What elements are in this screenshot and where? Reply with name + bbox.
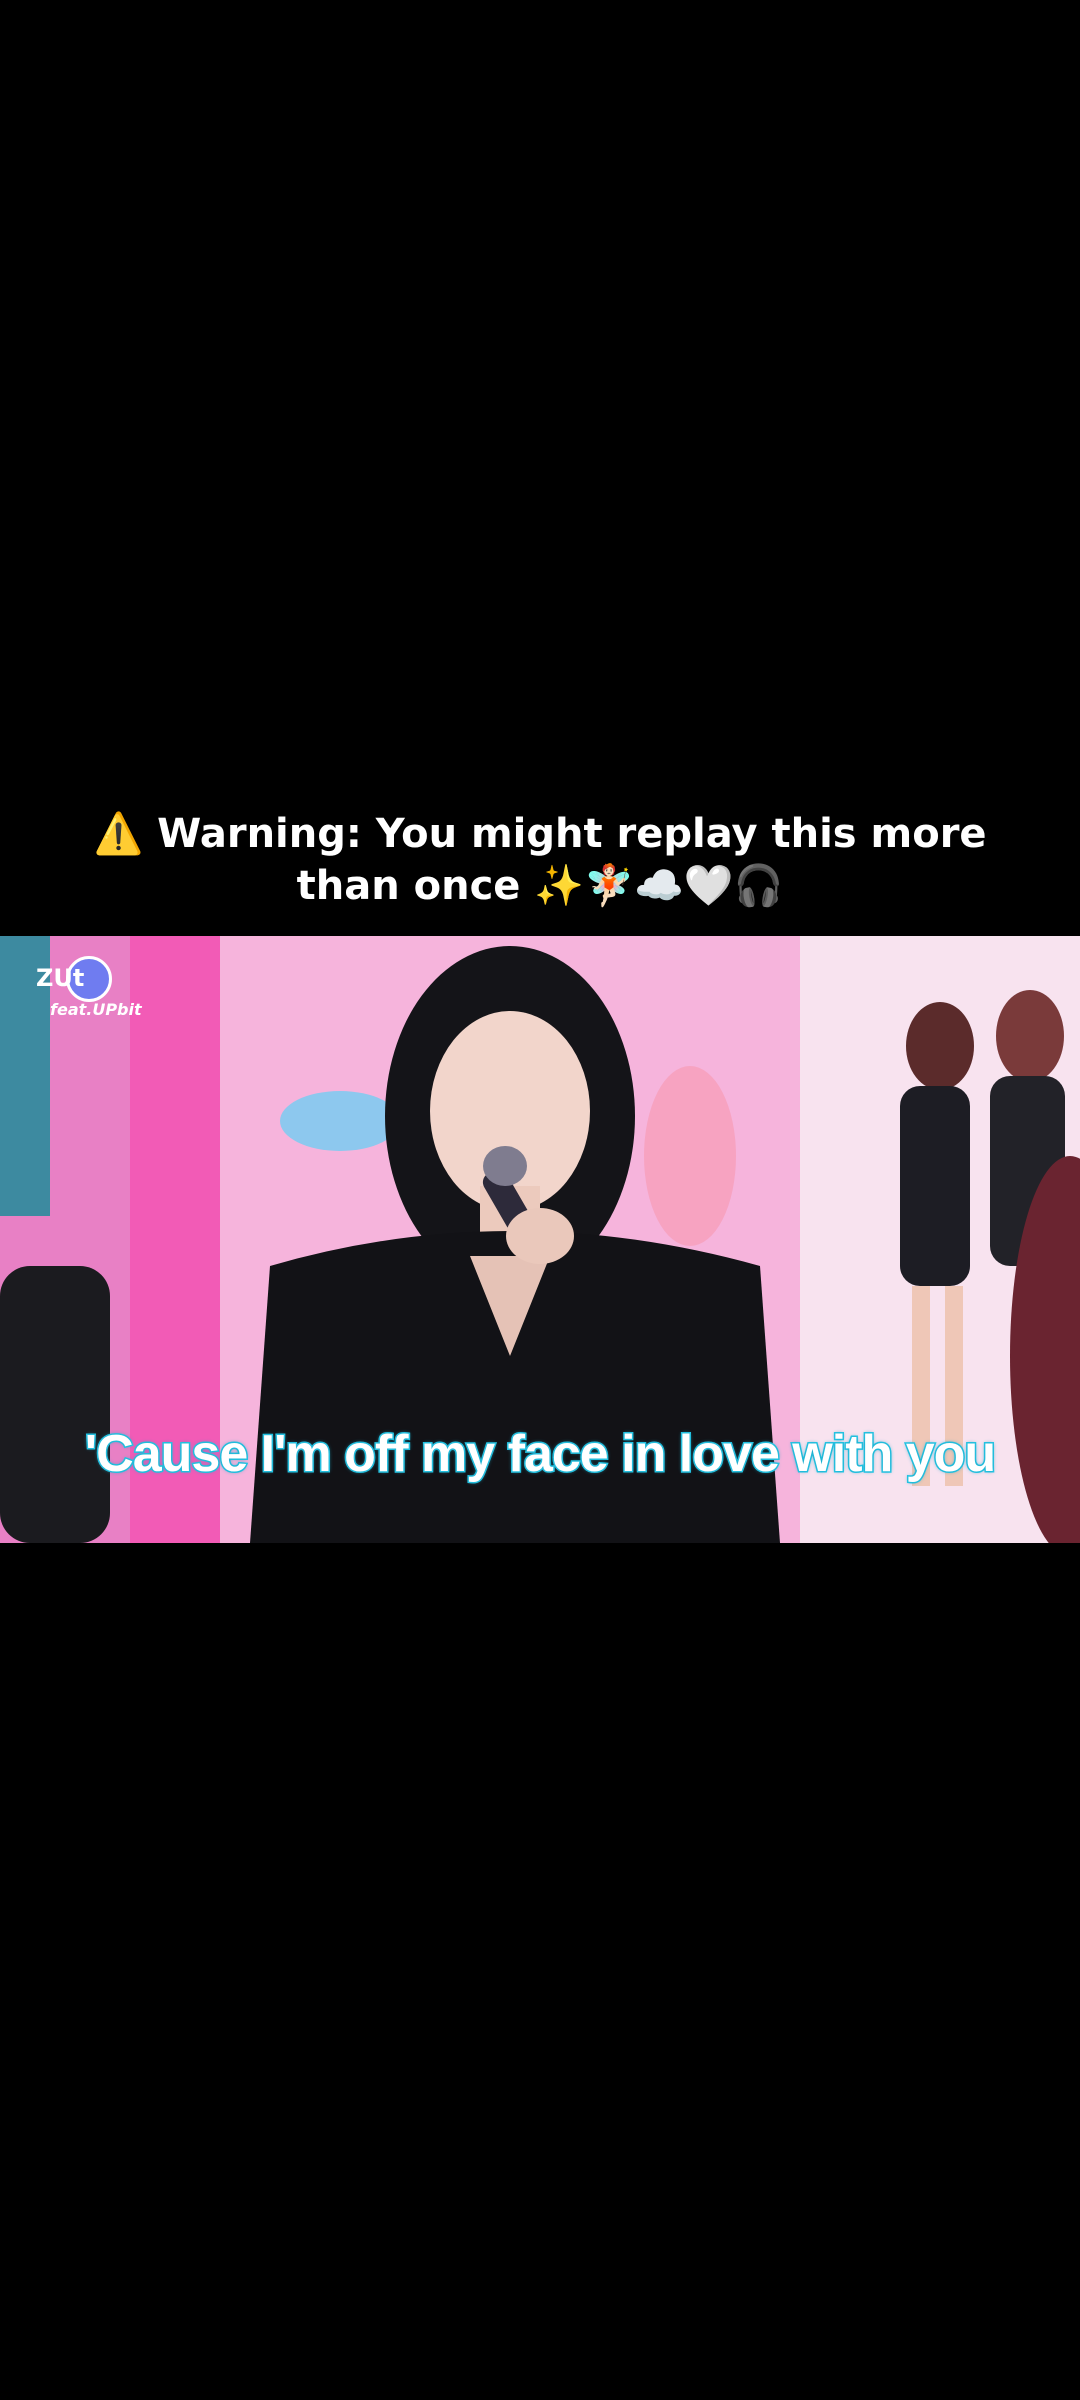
- microphone-head: [483, 1146, 527, 1186]
- caption-line-2: than once ✨🧚🏻☁️🤍🎧: [296, 863, 784, 909]
- logo-subtitle: feat.UPbit: [50, 1000, 142, 1019]
- poster-figure-head-1: [906, 1002, 974, 1090]
- left-person-jacket: [0, 1266, 110, 1543]
- wall-sign: [280, 1091, 400, 1151]
- poster-figure-head-2: [996, 990, 1064, 1082]
- singer-hand: [506, 1208, 574, 1264]
- wall-decoration: [644, 1066, 736, 1246]
- broadcast-logo: ZUt feat.UPbit: [36, 956, 146, 1020]
- video-caption: ⚠️ Warning: You might replay this more t…: [60, 808, 1020, 912]
- logo-mark: ZUt: [36, 964, 85, 992]
- poster-figure-body-1: [900, 1086, 970, 1286]
- caption-line-1: ⚠️ Warning: You might replay this more: [93, 811, 987, 857]
- video-frame[interactable]: ZUt feat.UPbit 'Cause I'm off my face in…: [0, 936, 1080, 1543]
- lyric-subtitle: 'Cause I'm off my face in love with you: [83, 1424, 997, 1485]
- video-screen[interactable]: ⚠️ Warning: You might replay this more t…: [0, 0, 1080, 2400]
